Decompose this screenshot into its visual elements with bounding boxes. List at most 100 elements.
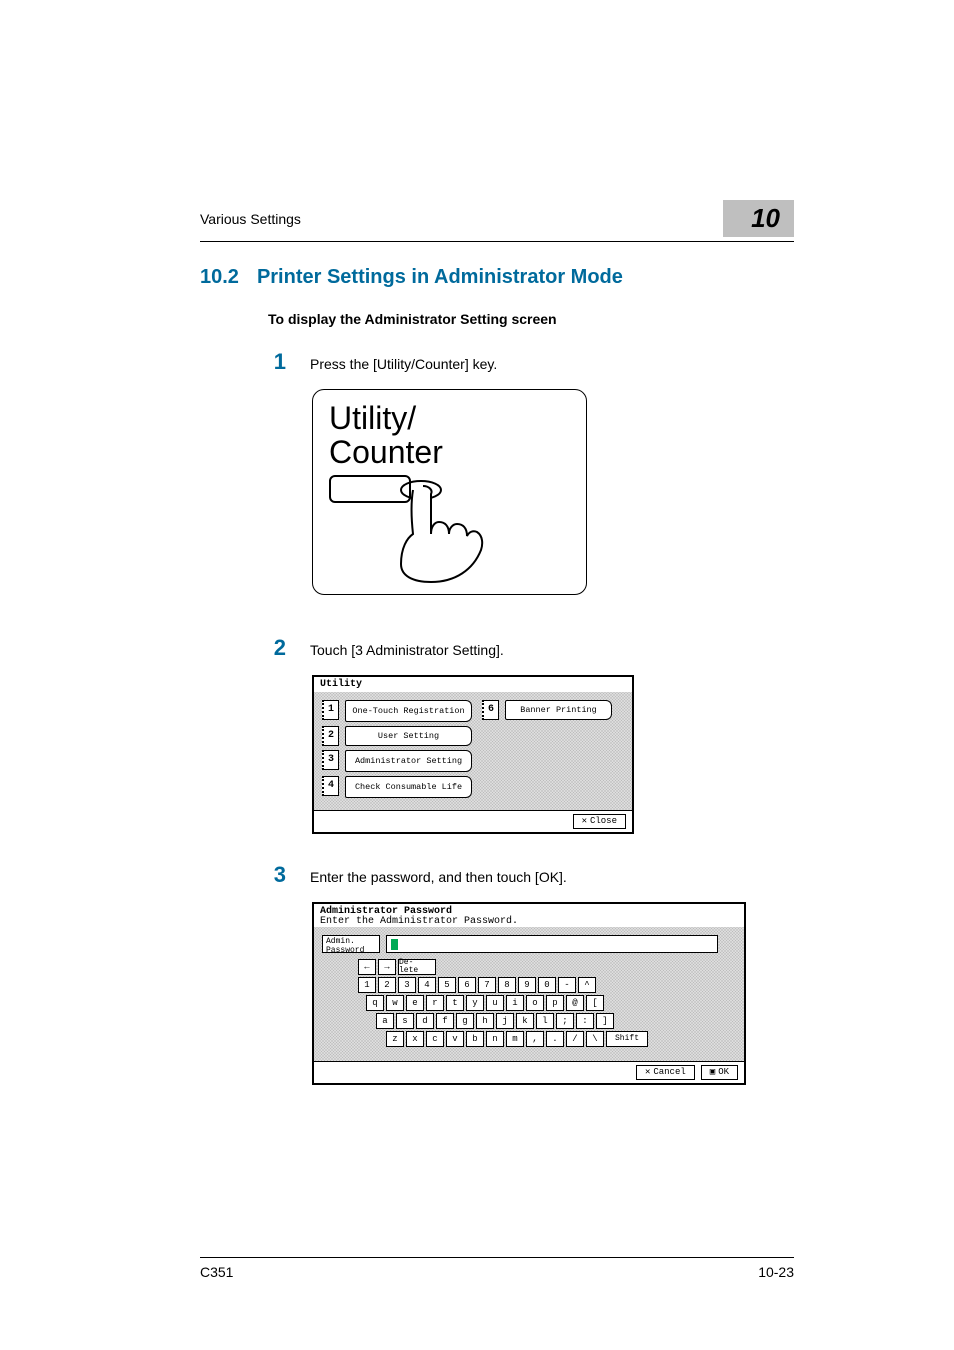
- keyboard-key[interactable]: -: [558, 977, 576, 993]
- keyboard-key[interactable]: g: [456, 1013, 474, 1029]
- keyboard-key[interactable]: x: [406, 1031, 424, 1047]
- keyboard-key[interactable]: i: [506, 995, 524, 1011]
- menu-number: 3: [322, 750, 339, 770]
- footer-model: C351: [200, 1264, 233, 1280]
- keyboard-row-a: asdfghjkl;:]: [358, 1013, 736, 1029]
- keyboard-key[interactable]: a: [376, 1013, 394, 1029]
- utility-key-label-line2: Counter: [329, 434, 443, 470]
- keyboard-key[interactable]: /: [566, 1031, 584, 1047]
- keyboard-key[interactable]: @: [566, 995, 584, 1011]
- keyboard-key[interactable]: m: [506, 1031, 524, 1047]
- keyboard-row-q: qwertyuiop@[: [358, 995, 736, 1011]
- keyboard-key[interactable]: 4: [418, 977, 436, 993]
- keyboard-key[interactable]: j: [496, 1013, 514, 1029]
- cancel-button[interactable]: ✕ Cancel: [636, 1065, 695, 1080]
- arrow-left-button[interactable]: ←: [358, 959, 376, 975]
- close-button-label: Close: [590, 817, 617, 826]
- close-button[interactable]: ✕ Close: [573, 814, 626, 829]
- utility-key-label-line1: Utility/: [329, 400, 416, 436]
- keyboard-key[interactable]: u: [486, 995, 504, 1011]
- menu-banner-printing[interactable]: Banner Printing: [505, 700, 612, 720]
- cancel-icon: ✕: [645, 1068, 650, 1077]
- keyboard-key[interactable]: [: [586, 995, 604, 1011]
- panel-title: Utility: [314, 677, 632, 692]
- keyboard-key[interactable]: 8: [498, 977, 516, 993]
- delete-button[interactable]: De- lete: [398, 959, 436, 975]
- keyboard-key[interactable]: o: [526, 995, 544, 1011]
- keyboard-key[interactable]: 3: [398, 977, 416, 993]
- step-text: Press the [Utility/Counter] key.: [310, 356, 497, 372]
- keyboard-key[interactable]: y: [466, 995, 484, 1011]
- footer-rule: [200, 1257, 794, 1258]
- step-number: 3: [268, 862, 286, 888]
- step-text: Touch [3 Administrator Setting].: [310, 642, 504, 658]
- keyboard-key[interactable]: ]: [596, 1013, 614, 1029]
- menu-number: 4: [322, 776, 339, 796]
- text-cursor-icon: [391, 939, 398, 950]
- keyboard-key[interactable]: 0: [538, 977, 556, 993]
- keyboard-key[interactable]: f: [436, 1013, 454, 1029]
- keyboard-key[interactable]: l: [536, 1013, 554, 1029]
- header-section-name: Various Settings: [200, 211, 301, 227]
- section-title: Printer Settings in Administrator Mode: [257, 266, 623, 289]
- keyboard-key[interactable]: k: [516, 1013, 534, 1029]
- keyboard-key[interactable]: w: [386, 995, 404, 1011]
- keyboard-key[interactable]: r: [426, 995, 444, 1011]
- keyboard-key[interactable]: p: [546, 995, 564, 1011]
- menu-number: 6: [482, 700, 499, 720]
- close-icon: ✕: [582, 817, 587, 826]
- finger-press-icon: [383, 476, 493, 586]
- procedure-subheading: To display the Administrator Setting scr…: [268, 311, 794, 327]
- menu-administrator-setting[interactable]: Administrator Setting: [345, 750, 472, 772]
- chapter-number-badge: 10: [723, 200, 794, 237]
- menu-number: 2: [322, 726, 339, 746]
- password-input[interactable]: [386, 935, 718, 953]
- step-number: 2: [268, 635, 286, 661]
- keyboard-key[interactable]: ^: [578, 977, 596, 993]
- menu-check-consumable-life[interactable]: Check Consumable Life: [345, 776, 472, 798]
- keyboard-key[interactable]: 5: [438, 977, 456, 993]
- keyboard-key[interactable]: d: [416, 1013, 434, 1029]
- keyboard-key[interactable]: q: [366, 995, 384, 1011]
- keyboard-row-z: zxcvbnm,./\Shift: [358, 1031, 736, 1047]
- keyboard-key[interactable]: :: [576, 1013, 594, 1029]
- keyboard-key[interactable]: s: [396, 1013, 414, 1029]
- keyboard-key[interactable]: b: [466, 1031, 484, 1047]
- keyboard-key[interactable]: z: [386, 1031, 404, 1047]
- keyboard-key[interactable]: 6: [458, 977, 476, 993]
- footer-page-number: 10-23: [758, 1264, 794, 1280]
- step-text: Enter the password, and then touch [OK].: [310, 869, 567, 885]
- menu-one-touch-registration[interactable]: One-Touch Registration: [345, 700, 472, 722]
- arrow-right-button[interactable]: →: [378, 959, 396, 975]
- ok-button[interactable]: ▣ OK: [701, 1065, 738, 1080]
- password-field-label: Admin. Password: [322, 935, 380, 953]
- step-number: 1: [268, 349, 286, 375]
- figure-utility-key: Utility/ Counter: [312, 389, 794, 595]
- figure-admin-password-panel: Administrator Password Enter the Adminis…: [312, 902, 794, 1085]
- keyboard-key[interactable]: \: [586, 1031, 604, 1047]
- keyboard-key[interactable]: c: [426, 1031, 444, 1047]
- keyboard-key[interactable]: 9: [518, 977, 536, 993]
- section-number: 10.2: [200, 266, 239, 289]
- keyboard-key[interactable]: ,: [526, 1031, 544, 1047]
- keyboard-row-numbers: 1234567890-^: [358, 977, 736, 993]
- shift-button[interactable]: Shift: [606, 1031, 648, 1047]
- menu-number: 1: [322, 700, 339, 720]
- keyboard-key[interactable]: v: [446, 1031, 464, 1047]
- keyboard-key[interactable]: t: [446, 995, 464, 1011]
- keyboard-key[interactable]: 7: [478, 977, 496, 993]
- keyboard-key[interactable]: 2: [378, 977, 396, 993]
- ok-icon: ▣: [710, 1068, 715, 1077]
- keyboard-key[interactable]: n: [486, 1031, 504, 1047]
- cancel-button-label: Cancel: [653, 1068, 685, 1077]
- keyboard-key[interactable]: ;: [556, 1013, 574, 1029]
- keyboard-key[interactable]: h: [476, 1013, 494, 1029]
- keyboard-key[interactable]: .: [546, 1031, 564, 1047]
- keyboard-key[interactable]: 1: [358, 977, 376, 993]
- ok-button-label: OK: [718, 1068, 729, 1077]
- keyboard-key[interactable]: e: [406, 995, 424, 1011]
- figure-utility-menu-panel: Utility 1 One-Touch Registration 2 User …: [312, 675, 794, 834]
- header-rule: [200, 241, 794, 242]
- panel-subtitle: Enter the Administrator Password.: [320, 917, 738, 927]
- menu-user-setting[interactable]: User Setting: [345, 726, 472, 746]
